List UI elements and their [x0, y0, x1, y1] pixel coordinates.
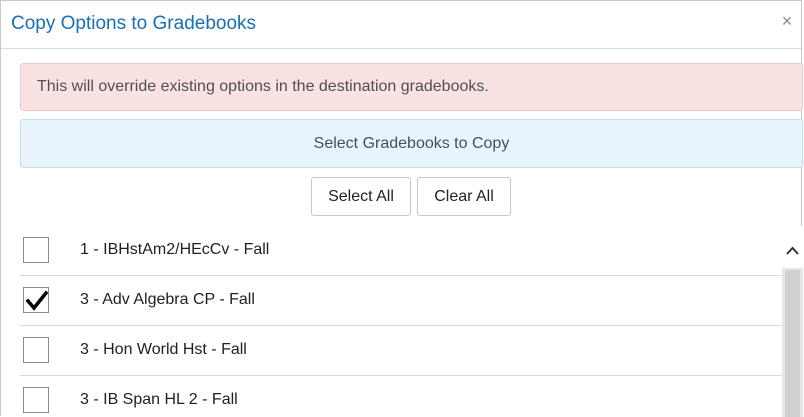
copy-options-dialog: Copy Options to Gradebooks × This will o…: [0, 0, 803, 417]
select-all-button[interactable]: Select All: [311, 177, 411, 216]
gradebook-row[interactable]: 3 - IB Span HL 2 - Fall: [20, 376, 782, 417]
gradebook-row[interactable]: 3 - Adv Algebra CP - Fall: [20, 276, 782, 326]
scrollbar-thumb[interactable]: [785, 270, 800, 417]
select-gradebooks-info: Select Gradebooks to Copy: [20, 119, 803, 168]
gradebook-checkbox[interactable]: [23, 387, 49, 413]
clear-all-button[interactable]: Clear All: [417, 177, 511, 216]
gradebook-checkbox[interactable]: [23, 337, 49, 363]
list-scrollbar[interactable]: [782, 226, 803, 417]
chevron-up-icon: [786, 246, 799, 255]
close-icon[interactable]: ×: [779, 12, 795, 30]
gradebook-checkbox[interactable]: [23, 287, 49, 313]
gradebook-label: 3 - IB Span HL 2 - Fall: [80, 391, 238, 408]
scroll-up-button[interactable]: [782, 226, 803, 268]
gradebook-row[interactable]: 1 - IBHstAm2/HEcCv - Fall: [20, 226, 782, 276]
dialog-title: Copy Options to Gradebooks: [11, 13, 257, 34]
gradebook-label: 3 - Adv Algebra CP - Fall: [80, 291, 255, 308]
gradebook-label: 1 - IBHstAm2/HEcCv - Fall: [80, 241, 270, 258]
gradebook-row[interactable]: 3 - Hon World Hst - Fall: [20, 326, 782, 376]
gradebook-label: 3 - Hon World Hst - Fall: [80, 341, 247, 358]
checkmark-icon: [25, 290, 49, 311]
dialog-header: Copy Options to Gradebooks ×: [1, 1, 801, 49]
gradebook-list: 1 - IBHstAm2/HEcCv - Fall 3 - Adv Algebr…: [20, 226, 782, 417]
gradebook-checkbox[interactable]: [23, 237, 49, 263]
warning-alert: This will override existing options in t…: [20, 63, 803, 111]
